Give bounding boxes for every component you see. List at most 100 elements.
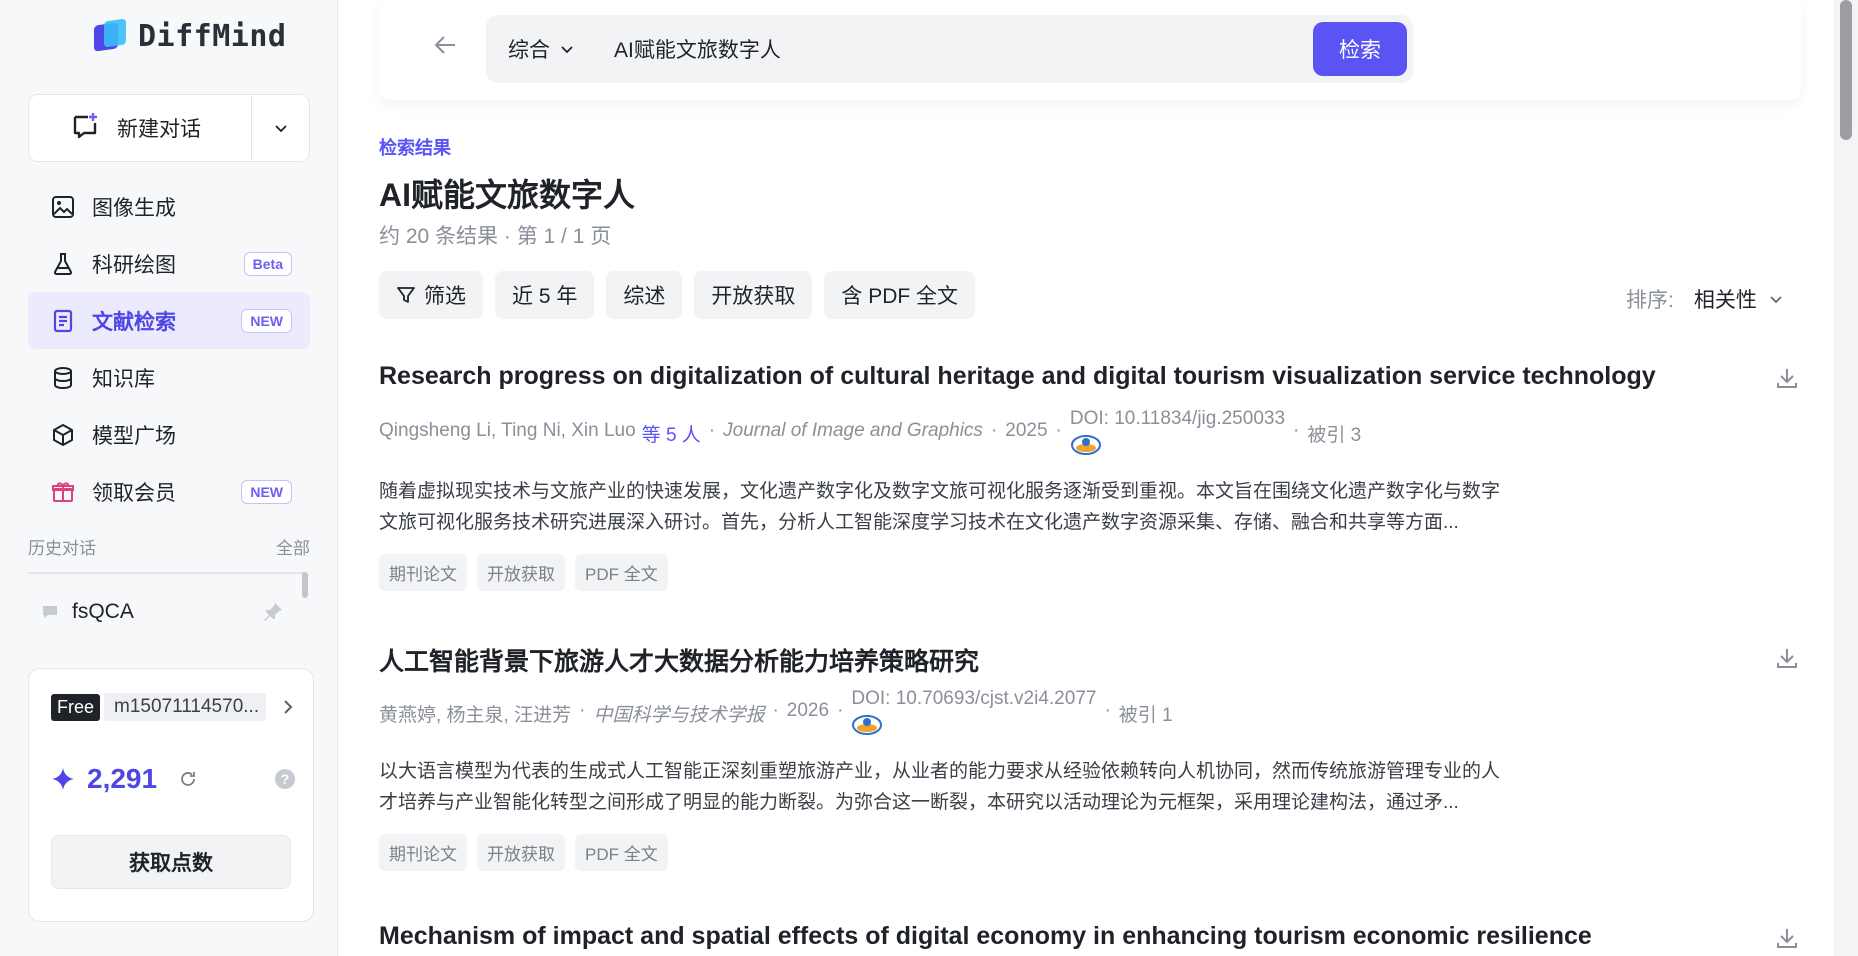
tag-pdf-fulltext[interactable]: PDF 全文 (575, 834, 668, 871)
result-title[interactable]: Research progress on digitalization of c… (379, 362, 1799, 391)
search-header: 综合 检索 (379, 0, 1801, 100)
chevron-down-icon (274, 125, 287, 133)
filter-chip-pdf-fulltext[interactable]: 含 PDF 全文 (824, 271, 976, 319)
filter-chip-review[interactable]: 综述 (606, 271, 683, 319)
history-divider (28, 572, 304, 574)
separator: · (837, 700, 844, 721)
result-journal: 中国科学与技术学报 (593, 705, 765, 726)
download-icon[interactable] (1775, 926, 1799, 950)
search-button[interactable]: 检索 (1313, 22, 1407, 76)
sidebar-item-label: 文献检索 (92, 310, 176, 334)
history-all-link[interactable]: 全部 (276, 534, 310, 559)
tag-pdf-fulltext[interactable]: PDF 全文 (575, 554, 668, 591)
chip-label: 开放获取 (711, 285, 796, 308)
plan-badge: Free (51, 693, 101, 721)
gift-icon (50, 479, 76, 505)
doi-link[interactable]: DOI: 10.11834/jig.250033 (1070, 408, 1285, 430)
separator: · (1104, 700, 1111, 721)
filter-button[interactable]: 筛选 (379, 271, 483, 319)
new-chat-label: 新建对话 (117, 118, 201, 141)
sort-value: 相关性 (1693, 289, 1757, 312)
history-scrollbar[interactable] (302, 572, 308, 598)
result-journal: Journal of Image and Graphics (723, 420, 983, 441)
sidebar-item-model-square[interactable]: 模型广场 (28, 406, 310, 463)
sidebar-item-knowledge-base[interactable]: 知识库 (28, 349, 310, 406)
sparkle-icon (52, 768, 74, 790)
logo[interactable]: DiffMind (92, 18, 287, 54)
result-authors: Qingsheng Li, Ting Ni, Xin Luo (379, 420, 636, 441)
sidebar-item-literature-search[interactable]: 文献检索 NEW (28, 292, 310, 349)
search-box: 综合 检索 (486, 15, 1413, 83)
chevron-right-icon[interactable] (281, 698, 295, 716)
result-citations: 被引 3 (1307, 425, 1362, 446)
tag-journal-article[interactable]: 期刊论文 (379, 554, 467, 591)
sidebar-item-research-drawing[interactable]: 科研绘图 Beta (28, 235, 310, 292)
filter-chip-open-access[interactable]: 开放获取 (694, 271, 813, 319)
new-badge: NEW (241, 308, 292, 333)
separator: · (990, 420, 998, 441)
points-row: 2,291 ? (51, 763, 295, 795)
result-item: Mechanism of impact and spatial effects … (379, 922, 1799, 956)
sort-label: 排序: (1626, 289, 1674, 312)
search-scope-select[interactable]: 综合 (508, 15, 574, 83)
filter-chip-recent-5-years[interactable]: 近 5 年 (495, 271, 595, 319)
doi-link[interactable]: DOI: 10.70693/cjst.v2i4.2077 (851, 688, 1096, 710)
sidebar-nav: 图像生成 科研绘图 Beta 文献检索 NEW 知识库 模型广场 领取会员 NE… (28, 178, 310, 520)
separator: · (1055, 420, 1062, 441)
result-tags: 期刊论文 开放获取 PDF 全文 (379, 554, 668, 591)
result-doi: DOI: 10.11834/jig.250033 (1070, 408, 1285, 458)
sort-control: 排序: 相关性 (1626, 284, 1783, 314)
sidebar-item-label: 图像生成 (92, 196, 176, 220)
more-authors-link[interactable]: 等 5 人 (642, 420, 701, 447)
separator: · (708, 420, 716, 441)
tag-open-access[interactable]: 开放获取 (477, 834, 565, 871)
tag-journal-article[interactable]: 期刊论文 (379, 834, 467, 871)
refresh-icon[interactable] (179, 770, 197, 788)
account-row[interactable]: Free m15071114570... (51, 693, 295, 721)
main-content: 综合 检索 检索结果 AI赋能文旅数字人 约 20 条结果 · 第 1 / 1 … (339, 0, 1834, 956)
history-item[interactable]: fsQCA (28, 594, 298, 630)
filter-bar: 筛选 近 5 年 综述 开放获取 含 PDF 全文 (379, 271, 976, 319)
history-header: 历史对话 全部 (28, 534, 310, 559)
scrollbar-thumb[interactable] (1840, 0, 1852, 140)
sidebar-item-image-generation[interactable]: 图像生成 (28, 178, 310, 235)
cube-icon (50, 422, 76, 448)
image-icon (50, 194, 76, 220)
new-chat-button[interactable]: 新建对话 (29, 95, 251, 161)
sidebar: DiffMind 新建对话 图像生成 科研绘图 Beta 文献检索 NEW 知识… (0, 0, 338, 956)
download-icon[interactable] (1775, 646, 1799, 670)
result-doi: DOI: 10.70693/cjst.v2i4.2077 (851, 688, 1096, 738)
publisher-logo-icon (852, 715, 883, 735)
history-title: 历史对话 (28, 539, 96, 558)
separator: · (579, 700, 586, 721)
beta-badge: Beta (243, 251, 292, 276)
separator: · (1293, 420, 1300, 441)
filter-label: 筛选 (424, 285, 466, 308)
result-citations: 被引 1 (1118, 705, 1173, 726)
result-title[interactable]: 人工智能背景下旅游人才大数据分析能力培养策略研究 (379, 642, 1799, 678)
separator: · (772, 700, 779, 721)
chat-plus-icon (71, 111, 99, 145)
back-arrow-icon[interactable] (433, 34, 457, 56)
tag-open-access[interactable]: 开放获取 (477, 554, 565, 591)
flask-icon (50, 251, 76, 277)
sidebar-item-label: 模型广场 (92, 424, 176, 448)
database-icon (50, 365, 76, 391)
new-chat-dropdown-button[interactable] (251, 95, 309, 161)
chevron-down-icon (561, 46, 573, 54)
search-input[interactable] (612, 31, 1252, 67)
help-icon[interactable]: ? (275, 769, 295, 789)
sort-select[interactable]: 相关性 (1694, 284, 1783, 314)
pin-icon[interactable] (262, 601, 284, 623)
chat-bubble-icon (43, 606, 57, 618)
new-badge: NEW (241, 479, 292, 504)
result-year: 2025 (1005, 420, 1048, 441)
download-icon[interactable] (1775, 366, 1799, 390)
get-points-button[interactable]: 获取点数 (51, 835, 291, 889)
page-scrollbar[interactable] (1834, 0, 1858, 956)
result-meta: Qingsheng Li, Ting Ni, Xin Luo 等 5 人 · J… (379, 408, 1361, 458)
user-id: m15071114570... (104, 693, 267, 721)
sidebar-item-membership[interactable]: 领取会员 NEW (28, 463, 310, 520)
result-title[interactable]: Mechanism of impact and spatial effects … (379, 922, 1799, 951)
chevron-down-icon (1770, 296, 1782, 304)
